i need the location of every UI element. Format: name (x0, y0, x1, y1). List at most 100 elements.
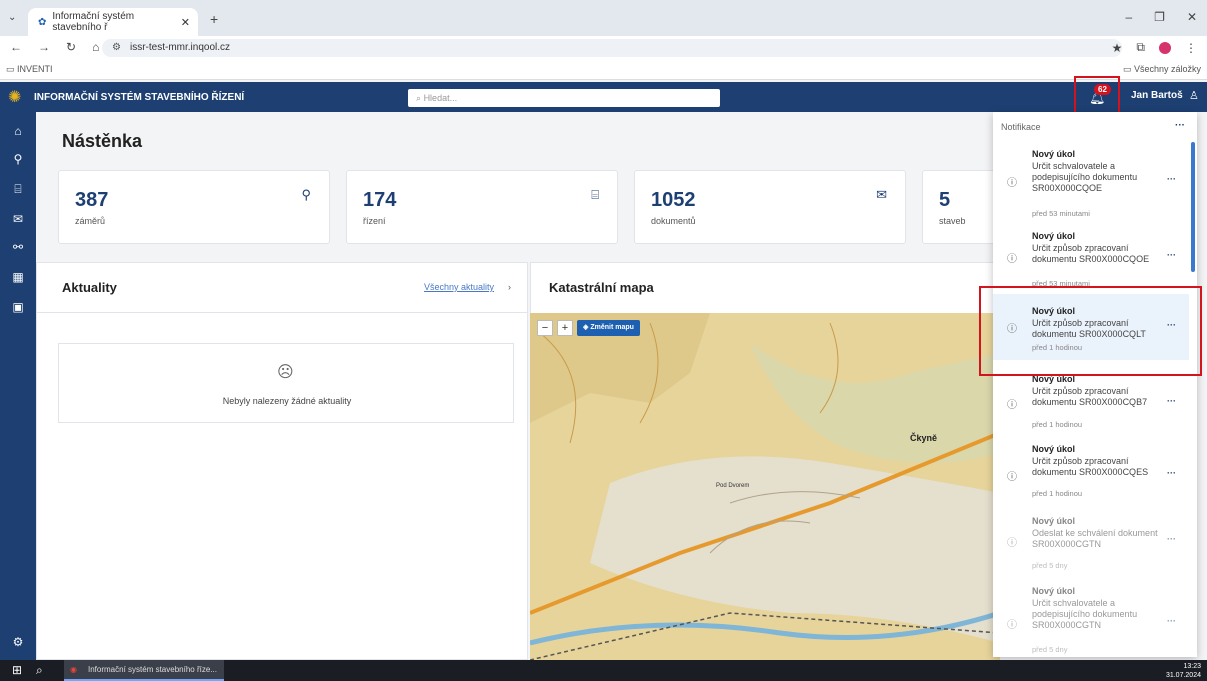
forward-icon[interactable]: → (38, 40, 50, 54)
profile-avatar[interactable] (1159, 41, 1171, 54)
user-icon[interactable]: ♙ (1189, 89, 1199, 102)
notification-body: Určit způsob zpracovaní dokumentu SR00X0… (1032, 456, 1149, 477)
info-icon: ⓘ (1007, 178, 1017, 189)
info-icon: ⓘ (1007, 620, 1017, 631)
extensions-icon[interactable]: ⧉ (1136, 40, 1145, 55)
map-title: Katastrální mapa (549, 280, 654, 295)
notification-time: před 5 dny (1032, 645, 1068, 654)
notification-time: před 1 hodinou (1032, 420, 1083, 429)
bookmark-inventi[interactable]: ▭ INVENTI (6, 64, 53, 75)
app-logo-icon[interactable]: ✺ (8, 87, 21, 107)
stat-card-rizeni[interactable]: 174 řízení ⌸ (346, 170, 618, 244)
news-panel (36, 262, 528, 660)
taskbar-clock[interactable]: 13:23 31.07.2024 (1166, 662, 1201, 680)
home-nav-icon[interactable]: ⌂ (0, 124, 36, 138)
settings-nav-icon[interactable]: ⚙ (0, 635, 36, 649)
browser-menu-icon[interactable]: ⋮ (1185, 41, 1197, 55)
home-icon[interactable]: ⌂ (92, 40, 99, 54)
stat-card-dokumenty[interactable]: 1052 dokumentů ✉ (634, 170, 906, 244)
notification-item[interactable]: Nový úkol Určit způsob zpracovaní dokume… (993, 226, 1189, 288)
browser-tab[interactable]: ✿ Informační systém stavebního ř ✕ (28, 8, 198, 36)
info-icon: ⓘ (1007, 538, 1017, 549)
calendar-nav-icon[interactable]: ▦ (0, 270, 36, 284)
divider (36, 312, 528, 313)
tab-title: Informační systém stavebního ř (52, 11, 135, 33)
stat-label: staveb (939, 216, 966, 226)
chrome-icon: ◉ (70, 665, 77, 674)
news-empty-box: ☹ Nebyly nalezeny žádné aktuality (58, 343, 514, 423)
taskbar-app-chrome[interactable]: ◉ Informační systém stavebního říze... (64, 660, 224, 681)
notification-body: Určit schvalovatele a podepisujícího dok… (1032, 598, 1138, 630)
highlight-notification-box (979, 286, 1202, 376)
sidebar: ⌂ ⚲ ⌸ ✉ ⚯ ▦ ▣ ⚙ (0, 112, 36, 660)
chevron-right-icon: › (508, 282, 511, 292)
map-label-town: Čkyně (910, 433, 938, 443)
minimize-icon[interactable]: – (1125, 10, 1132, 24)
mail-icon: ✉ (876, 187, 887, 202)
layers-icon: ◈ (583, 324, 589, 331)
stat-card-stavby[interactable]: 5 staveb (922, 170, 1002, 244)
tab-list-icon[interactable]: ⌄ (8, 12, 16, 23)
bookmark-folder-icon: ▭ (6, 64, 15, 74)
stat-value: 174 (363, 189, 397, 211)
notification-item-read[interactable]: Nový úkol Určit schvalovatele a podepisu… (993, 582, 1189, 657)
notification-item[interactable]: Nový úkol Určit schvalovatele a podepisu… (993, 144, 1189, 218)
user-name[interactable]: Jan Bartoš (1131, 90, 1183, 101)
all-bookmarks[interactable]: ▭ Všechny záložky (1123, 64, 1201, 75)
item-menu-icon[interactable]: ··· (1167, 250, 1176, 260)
notification-item-read[interactable]: Nový úkol Odeslat ke schválení dokument … (993, 512, 1189, 576)
notification-menu-icon[interactable]: ··· (1175, 120, 1185, 131)
tab-favicon-icon: ✿ (38, 16, 47, 28)
back-icon[interactable]: ← (10, 40, 22, 54)
new-tab-button[interactable]: + (210, 11, 218, 27)
stat-label: řízení (363, 216, 386, 226)
windows-start-icon[interactable]: ⊞ (12, 663, 22, 677)
close-window-icon[interactable]: ✕ (1187, 10, 1197, 24)
bookmark-star-icon[interactable]: ★ (1112, 41, 1123, 55)
all-news-link[interactable]: Všechny aktuality (424, 282, 494, 292)
cadastral-map[interactable]: Čkyně Pod Dvorem (530, 313, 1000, 660)
notification-time: před 5 dny (1032, 561, 1068, 570)
search-icon: ⌕ (416, 93, 422, 103)
map-controls: − + ◈ Změnit mapu (537, 320, 640, 336)
folder-icon: ▭ (1122, 64, 1132, 74)
item-menu-icon[interactable]: ··· (1167, 174, 1176, 184)
browser-actions: ★ ⧉ ⋮ (1112, 40, 1197, 55)
building-icon: ⌸ (591, 187, 599, 202)
zoom-out-button[interactable]: − (537, 320, 553, 336)
news-empty-message: Nebyly nalezeny žádné aktuality (222, 396, 352, 406)
taskbar-search-icon[interactable]: ⌕ (36, 663, 43, 678)
notification-item[interactable]: Nový úkol Určit způsob zpracovaní dokume… (993, 374, 1189, 434)
notification-scrollbar[interactable] (1191, 142, 1195, 272)
notification-item[interactable]: Nový úkol Určit způsob zpracovaní dokume… (993, 442, 1189, 504)
url-field[interactable]: ⚙ issr-test-mmr.inqool.cz (102, 39, 1122, 57)
app-title[interactable]: INFORMAČNÍ SYSTÉM STAVEBNÍHO ŘÍZENÍ (34, 92, 244, 103)
notification-body: Odeslat ke schválení dokument SR00X000CG… (1032, 528, 1158, 549)
clock-time: 13:23 (1183, 663, 1201, 670)
site-info-icon[interactable]: ⚙ (112, 39, 121, 57)
building-nav-icon[interactable]: ⌸ (0, 182, 36, 197)
change-map-button[interactable]: ◈ Změnit mapu (577, 320, 640, 336)
tab-close-icon[interactable]: ✕ (181, 16, 190, 29)
mail-nav-icon[interactable]: ✉ (0, 212, 36, 226)
info-icon: ⓘ (1007, 472, 1017, 483)
calculator-nav-icon[interactable]: ▣ (0, 300, 36, 314)
notification-time: před 1 hodinou (1032, 489, 1083, 498)
stat-card-zamery[interactable]: 387 záměrů ⚲ (58, 170, 330, 244)
notification-panel: Notifikace ··· Nový úkol Určit schvalova… (993, 112, 1197, 657)
url-text: issr-test-mmr.inqool.cz (130, 42, 231, 53)
search-input[interactable]: ⌕ Hledat... (408, 89, 720, 107)
item-menu-icon[interactable]: ··· (1167, 468, 1176, 478)
zoom-in-button[interactable]: + (557, 320, 573, 336)
notification-body: Určit schvalovatele a podepisujícího dok… (1032, 161, 1138, 193)
stat-value: 387 (75, 189, 109, 211)
reload-icon[interactable]: ↻ (66, 40, 76, 54)
link-nav-icon[interactable]: ⚯ (0, 240, 36, 254)
restore-icon[interactable]: ❐ (1154, 10, 1165, 24)
window-controls: – ❐ ✕ (1125, 10, 1197, 24)
item-menu-icon[interactable]: ··· (1167, 534, 1176, 544)
item-menu-icon[interactable]: ··· (1167, 396, 1176, 406)
map-label-street: Pod Dvorem (716, 483, 750, 489)
item-menu-icon[interactable]: ··· (1167, 616, 1176, 626)
pin-nav-icon[interactable]: ⚲ (0, 152, 36, 166)
